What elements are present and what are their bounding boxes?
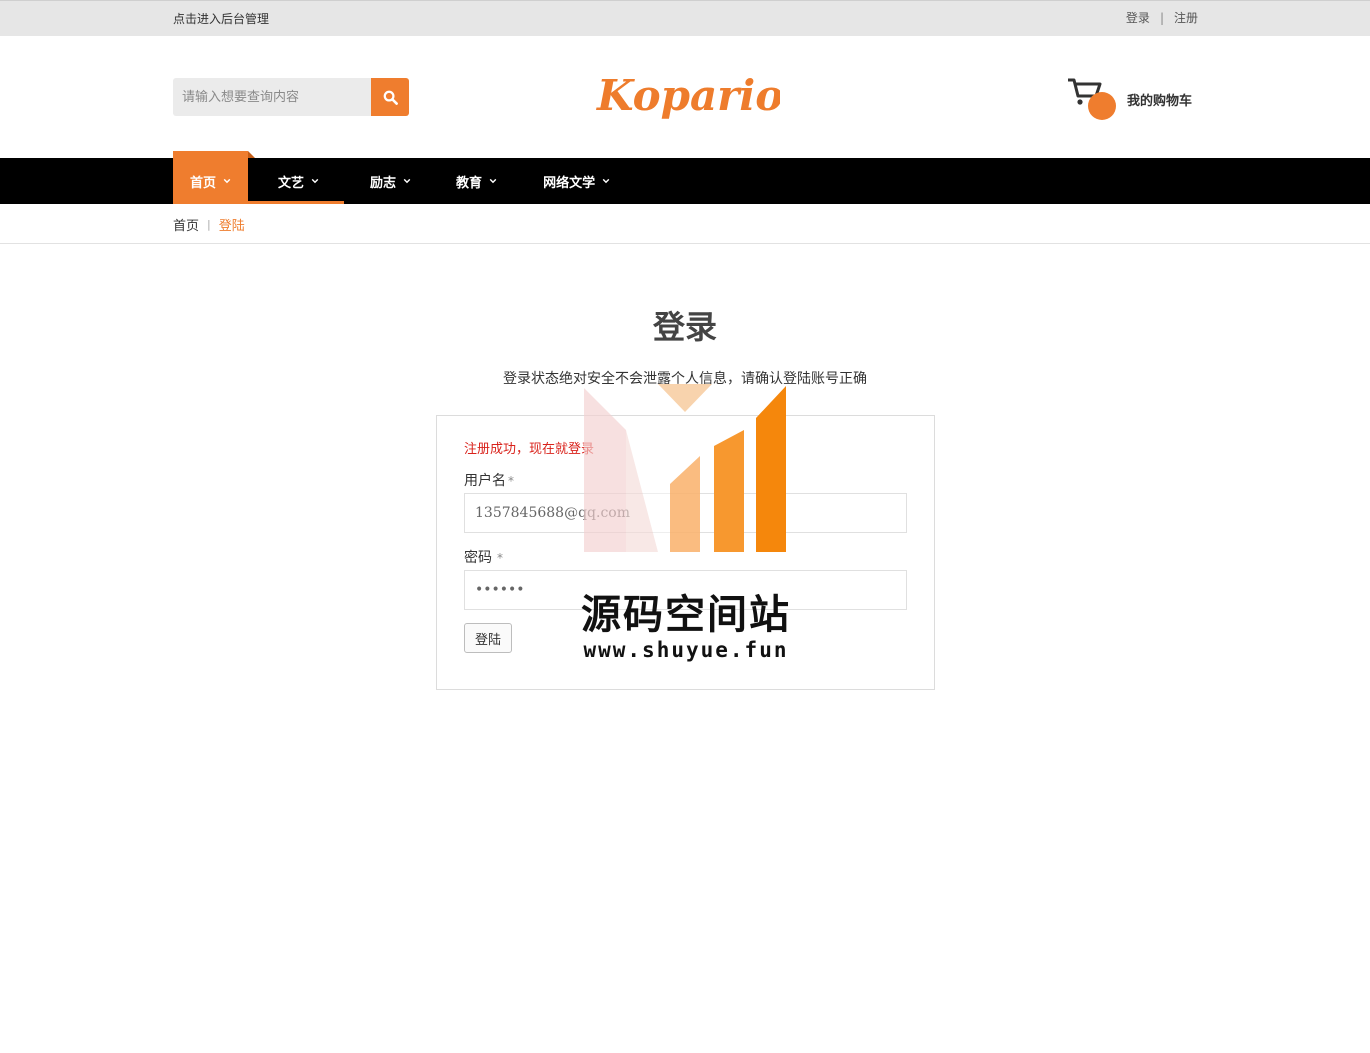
chevron-down-icon bbox=[311, 178, 319, 184]
nav-item-label: 首页 bbox=[190, 175, 217, 191]
breadcrumb: 首页 | 登陆 bbox=[0, 204, 1370, 244]
main-nav: 首页 文艺 励志 教育 网络文学 bbox=[0, 151, 1370, 204]
username-field[interactable] bbox=[464, 493, 907, 533]
password-label: 密码 * bbox=[464, 547, 503, 567]
nav-item-label: 网络文学 bbox=[543, 175, 596, 191]
username-label: 用户名 * bbox=[464, 470, 514, 490]
breadcrumb-home[interactable]: 首页 bbox=[173, 215, 199, 234]
chevron-down-icon bbox=[223, 178, 231, 184]
success-message: 注册成功，现在就登录 bbox=[464, 442, 595, 457]
register-link[interactable]: 注册 bbox=[1174, 9, 1198, 26]
cart-label: 我的购物车 bbox=[1127, 93, 1193, 109]
page-subtitle: 登录状态绝对安全不会泄露个人信息，请确认登陆账号正确 bbox=[503, 371, 867, 387]
login-form: 注册成功，现在就登录 用户名* 密码* 登陆 bbox=[436, 415, 935, 690]
search-bar bbox=[173, 78, 409, 116]
breadcrumb-separator: | bbox=[207, 218, 211, 231]
nav-item-home[interactable]: 首页 bbox=[173, 151, 256, 204]
nav-item-web-literature[interactable]: 网络文学 bbox=[518, 158, 627, 204]
password-field[interactable] bbox=[464, 570, 907, 610]
auth-links: 登录 | 注册 bbox=[1126, 9, 1198, 26]
logo-text: Koparion bbox=[596, 71, 780, 120]
header: Koparion 我的购物车 bbox=[0, 36, 1370, 158]
search-input[interactable] bbox=[173, 78, 371, 116]
cart-count-badge bbox=[1088, 92, 1116, 120]
shopping-cart-icon bbox=[1066, 76, 1116, 122]
cart-button[interactable]: 我的购物车 bbox=[1066, 76, 1192, 122]
breadcrumb-current: 登陆 bbox=[218, 219, 245, 234]
username-label-text: 用户名 bbox=[464, 473, 506, 489]
search-icon bbox=[383, 90, 398, 105]
search-button[interactable] bbox=[371, 78, 409, 116]
nav-item-label: 文艺 bbox=[278, 175, 305, 191]
required-mark: * bbox=[497, 551, 503, 565]
login-link[interactable]: 登录 bbox=[1126, 9, 1150, 26]
auth-separator: | bbox=[1159, 10, 1164, 25]
nav-item-label: 教育 bbox=[456, 175, 483, 191]
nav-item-label: 励志 bbox=[370, 175, 397, 191]
password-label-text: 密码 bbox=[464, 550, 492, 566]
page-title: 登录 bbox=[652, 308, 717, 346]
top-bar: 点击进入后台管理 登录 | 注册 bbox=[0, 0, 1370, 36]
required-mark: * bbox=[508, 474, 514, 488]
chevron-down-icon bbox=[489, 178, 497, 184]
admin-link[interactable]: 点击进入后台管理 bbox=[173, 10, 269, 27]
site-logo[interactable]: Koparion bbox=[595, 66, 814, 126]
login-button[interactable]: 登陆 bbox=[464, 623, 512, 653]
nav-item-inspiration[interactable]: 励志 bbox=[344, 158, 432, 204]
nav-item-education[interactable]: 教育 bbox=[432, 158, 518, 204]
chevron-down-icon bbox=[602, 178, 610, 184]
chevron-down-icon bbox=[403, 178, 411, 184]
logo-graphic: Koparion bbox=[596, 71, 814, 120]
nav-item-literature[interactable]: 文艺 bbox=[248, 158, 345, 204]
